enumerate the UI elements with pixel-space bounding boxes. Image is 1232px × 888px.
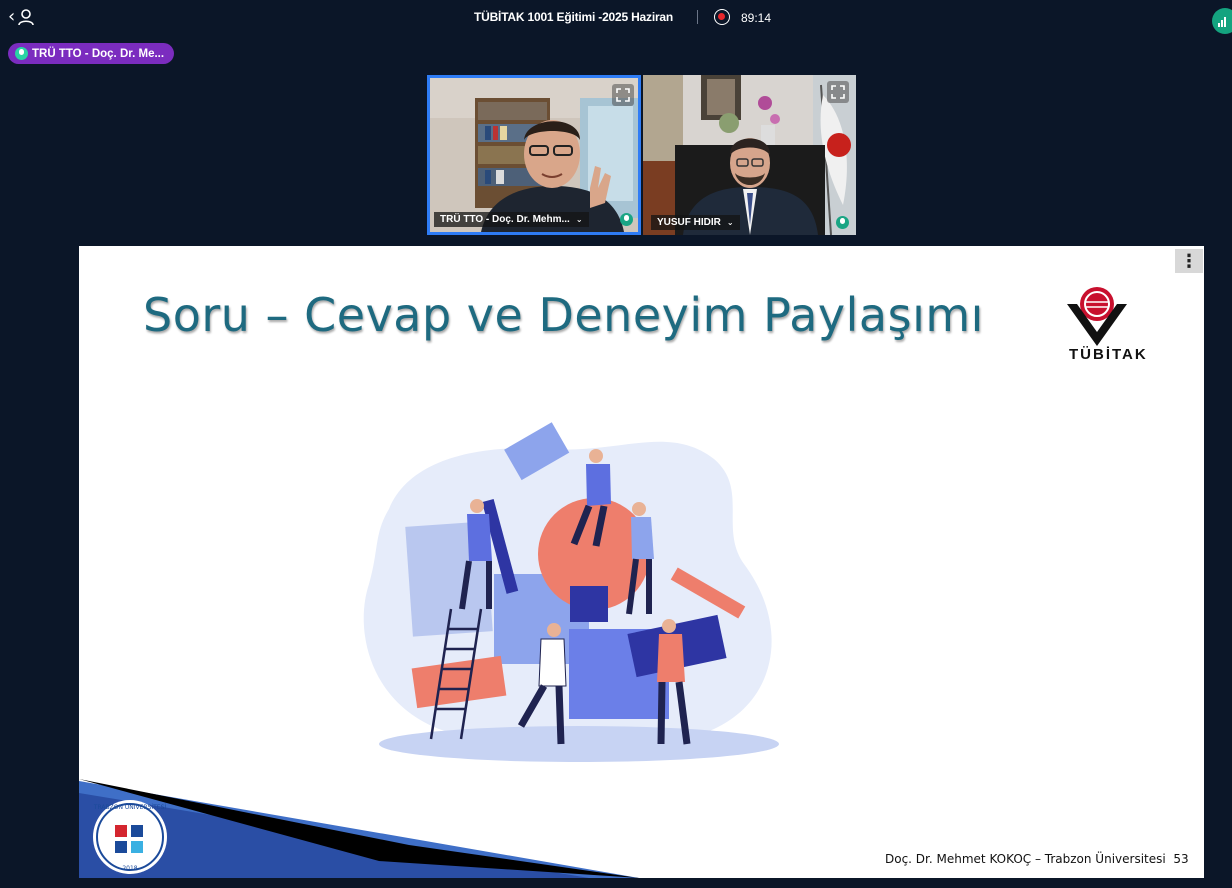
expand-icon[interactable] (612, 84, 634, 106)
active-speaker-badge[interactable]: TRÜ TTO - Doç. Dr. Me... (8, 43, 175, 64)
active-speaker-label: TRÜ TTO - Doç. Dr. Me... (32, 47, 165, 60)
video-tile-participant-2[interactable]: YUSUF HIDIR ⌄ (643, 75, 856, 235)
recording-timer: 89:14 (741, 11, 772, 25)
top-bar: ‹ TÜBİTAK 1001 Eğitimi -2025 Haziran 89:… (0, 0, 1232, 36)
chevron-down-icon[interactable]: ⌄ (576, 215, 583, 224)
video-tile-participant-1[interactable]: TRÜ TTO - Doç. Dr. Mehm... ⌄ (427, 75, 641, 235)
user-icon (18, 9, 35, 26)
microphone-icon (836, 216, 849, 229)
signal-icon[interactable] (1212, 8, 1232, 34)
participant-video (643, 75, 856, 235)
chevron-left-icon: ‹ (8, 6, 16, 27)
university-logo-year: 2018 (122, 865, 137, 872)
slide-page-number: 53 (1173, 852, 1189, 866)
microphone-icon (15, 47, 28, 60)
microphone-icon (620, 213, 633, 226)
participant-name-label: YUSUF HIDIR ⌄ (651, 215, 740, 230)
meeting-title: TÜBİTAK 1001 Eğitimi -2025 Haziran (474, 10, 674, 24)
chevron-down-icon[interactable]: ⌄ (727, 218, 734, 227)
slide-footer-author: Doç. Dr. Mehmet KOKOÇ – Trabzon Üniversi… (885, 852, 1166, 866)
divider (697, 10, 698, 24)
shared-screen-slide: ⋮ Soru – Cevap ve Deneyim Paylaşımı TÜBİ… (79, 246, 1204, 878)
university-logo-text: TRABZON ÜNİVERSİTESİ (93, 804, 167, 811)
slide-footer: Doç. Dr. Mehmet KOKOÇ – Trabzon Üniversi… (885, 852, 1189, 866)
university-logo: TRABZON ÜNİVERSİTESİ 2018 (79, 779, 639, 878)
slide-title: Soru – Cevap ve Deneyim Paylaşımı (143, 288, 984, 342)
record-icon[interactable] (714, 9, 730, 25)
participants-button[interactable]: ‹ (8, 7, 35, 27)
participant-name-label: TRÜ TTO - Doç. Dr. Mehm... ⌄ (434, 212, 589, 227)
more-options-icon[interactable]: ⋮ (1175, 249, 1203, 273)
teamwork-illustration (363, 422, 779, 762)
tubitak-logo-text: TÜBİTAK (1069, 346, 1148, 363)
expand-icon[interactable] (827, 81, 849, 103)
